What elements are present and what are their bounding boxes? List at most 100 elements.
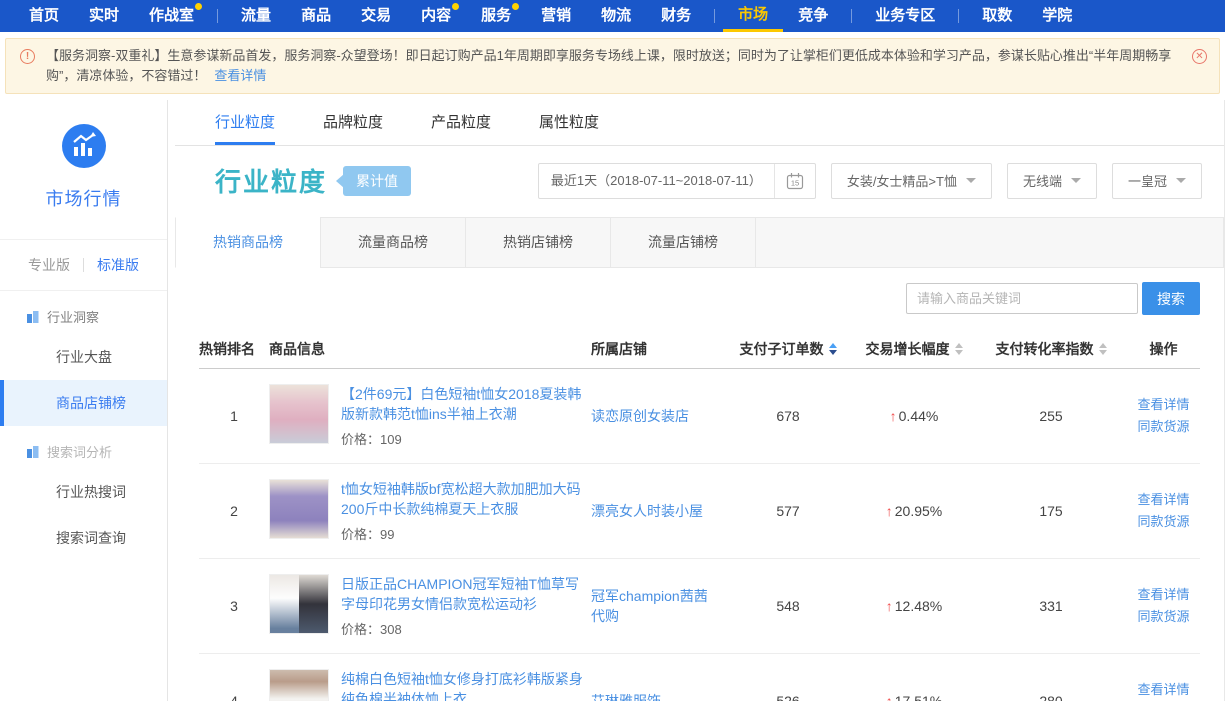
view-detail-link[interactable]: 查看详情 [1127, 394, 1200, 416]
granularity-tabs: 行业粒度 品牌粒度 产品粒度 属性粒度 [175, 100, 1224, 146]
rank-value: 2 [199, 503, 269, 519]
same-source-link[interactable]: 同款货源 [1127, 511, 1200, 533]
terminal-dropdown[interactable]: 无线端 [1007, 163, 1097, 199]
rank-table: 热销排名 商品信息 所属店铺 支付子订单数 交易增长幅度 支付转化率指数 操作 … [199, 329, 1200, 701]
notification-dot [195, 3, 202, 10]
svg-text:15: 15 [791, 178, 799, 187]
sidebar-title: 市场行情 [0, 185, 167, 211]
nav-item-goods[interactable]: 商品 [286, 0, 346, 32]
chevron-down-icon [966, 178, 976, 183]
nav-item-content[interactable]: 内容 [406, 0, 466, 32]
sort-icon[interactable] [955, 343, 963, 355]
page-title: 行业粒度 [215, 162, 327, 199]
tab-industry-granularity[interactable]: 行业粒度 [215, 100, 275, 145]
notice-bar: ! 【服务洞察-双重礼】生意参谋新品首发，服务洞察-众望登场！即日起订购产品1年… [5, 38, 1220, 94]
view-detail-link[interactable]: 查看详情 [1127, 489, 1200, 511]
shop-link[interactable]: 艾琳雅服饰 [591, 691, 723, 701]
product-title-link[interactable]: 纯棉白色短袖t恤女修身打底衫韩版紧身纯色棉半袖体恤上衣 [341, 669, 591, 701]
nav-item-finance[interactable]: 财务 [646, 0, 706, 32]
product-cell: 纯棉白色短袖t恤女修身打底衫韩版紧身纯色棉半袖体恤上衣 价格：88 [269, 669, 591, 701]
rank-value: 4 [199, 693, 269, 701]
nav-item-logistics[interactable]: 物流 [586, 0, 646, 32]
sidebar-item-product-shop-rank[interactable]: 商品店铺榜 [0, 380, 167, 426]
nav-item-home[interactable]: 首页 [14, 0, 74, 32]
product-price: 价格：99 [341, 524, 591, 543]
nav-item-marketing[interactable]: 营销 [526, 0, 586, 32]
sidebar-item-search-word-query[interactable]: 搜索词查询 [0, 515, 167, 561]
rank-value: 1 [199, 408, 269, 424]
nav-item-market[interactable]: 市场 [723, 0, 783, 32]
sort-icon[interactable] [829, 343, 837, 355]
product-title-link[interactable]: t恤女短袖韩版bf宽松超大款加肥加大码200斤中长款纯棉夏天上衣服 [341, 479, 591, 519]
orders-value: 526 [723, 693, 853, 701]
shop-link[interactable]: 冠军champion茜茜代购 [591, 586, 723, 626]
search-row: 搜索 [175, 268, 1224, 325]
actions-cell: 查看详情 同款货源 [1127, 489, 1200, 533]
growth-value: ↑0.44% [853, 408, 975, 424]
sidebar-item-industry-overview[interactable]: 行业大盘 [0, 334, 167, 380]
product-title-link[interactable]: 日版正品CHAMPION冠军短袖T恤草写字母印花男女情侣款宽松运动衫 [341, 574, 591, 614]
subtab-hot-shops[interactable]: 热销店铺榜 [465, 217, 611, 268]
cumulative-badge: 累计值 [343, 166, 411, 196]
building-icon [26, 310, 40, 324]
subtab-filler [755, 217, 1224, 268]
nav-item-academy[interactable]: 学院 [1027, 0, 1087, 32]
nav-item-data-fetch[interactable]: 取数 [967, 0, 1027, 32]
nav-item-warroom[interactable]: 作战室 [134, 0, 209, 32]
nav-item-compete[interactable]: 竞争 [783, 0, 843, 32]
orders-value: 577 [723, 503, 853, 519]
arrow-up-icon: ↑ [886, 598, 893, 614]
nav-item-service[interactable]: 服务 [466, 0, 526, 32]
search-button[interactable]: 搜索 [1142, 282, 1200, 315]
alert-icon: ! [20, 49, 35, 64]
table-row: 3 日版正品CHAMPION冠军短袖T恤草写字母印花男女情侣款宽松运动衫 价格：… [199, 559, 1200, 654]
date-range-picker[interactable]: 最近1天（2018-07-11~2018-07-11） 15 [538, 163, 816, 199]
tab-brand-granularity[interactable]: 品牌粒度 [323, 100, 383, 145]
subtab-traffic-shops[interactable]: 流量店铺榜 [610, 217, 756, 268]
product-cell: t恤女短袖韩版bf宽松超大款加肥加大码200斤中长款纯棉夏天上衣服 价格：99 [269, 479, 591, 543]
product-cell: 日版正品CHAMPION冠军短袖T恤草写字母印花男女情侣款宽松运动衫 价格：30… [269, 574, 591, 638]
nav-item-business-zone[interactable]: 业务专区 [860, 0, 950, 32]
nav-divider [714, 9, 715, 23]
search-input[interactable] [906, 283, 1138, 314]
shop-link[interactable]: 读恋原创女装店 [591, 406, 723, 426]
subtab-traffic-products[interactable]: 流量商品榜 [320, 217, 466, 268]
table-row: 2 t恤女短袖韩版bf宽松超大款加肥加大码200斤中长款纯棉夏天上衣服 价格：9… [199, 464, 1200, 559]
product-image[interactable] [269, 669, 329, 701]
col-rank: 热销排名 [199, 339, 269, 359]
close-icon[interactable]: ✕ [1192, 49, 1207, 64]
product-price: 价格：109 [341, 429, 591, 448]
tab-attribute-granularity[interactable]: 属性粒度 [539, 100, 599, 145]
tab-product-granularity[interactable]: 产品粒度 [431, 100, 491, 145]
product-image[interactable] [269, 384, 329, 444]
sidebar-group-industry-insight: 行业洞察 [0, 291, 167, 334]
product-image[interactable] [269, 574, 329, 634]
shop-level-dropdown[interactable]: 一皇冠 [1112, 163, 1202, 199]
calendar-icon[interactable]: 15 [775, 164, 815, 198]
nav-item-trade[interactable]: 交易 [346, 0, 406, 32]
arrow-up-icon: ↑ [886, 693, 893, 701]
chevron-down-icon [1176, 178, 1186, 183]
product-image[interactable] [269, 479, 329, 539]
view-detail-link[interactable]: 查看详情 [1127, 679, 1200, 701]
top-nav: 首页 实时 作战室 流量 商品 交易 内容 服务 营销 物流 财务 市场 竞争 … [0, 0, 1225, 32]
sidebar-item-hot-search-words[interactable]: 行业热搜词 [0, 469, 167, 515]
version-pro[interactable]: 专业版 [28, 255, 70, 275]
product-title-link[interactable]: 【2件69元】白色短袖t恤女2018夏装韩版新款韩范t恤ins半袖上衣潮 [341, 384, 591, 424]
version-standard[interactable]: 标准版 [97, 255, 139, 275]
nav-divider [958, 9, 959, 23]
view-detail-link[interactable]: 查看详情 [1127, 584, 1200, 606]
sort-icon[interactable] [1099, 343, 1107, 355]
nav-item-traffic[interactable]: 流量 [226, 0, 286, 32]
category-dropdown[interactable]: 女装/女士精品>T恤 [831, 163, 992, 199]
notification-dot [512, 3, 519, 10]
col-growth: 交易增长幅度 [853, 339, 975, 359]
same-source-link[interactable]: 同款货源 [1127, 416, 1200, 438]
shop-link[interactable]: 漂亮女人时装小屋 [591, 501, 723, 521]
nav-divider [851, 9, 852, 23]
subtab-hot-products[interactable]: 热销商品榜 [175, 217, 321, 268]
notification-dot [452, 3, 459, 10]
nav-item-realtime[interactable]: 实时 [74, 0, 134, 32]
notice-detail-link[interactable]: 查看详情 [214, 68, 266, 83]
same-source-link[interactable]: 同款货源 [1127, 606, 1200, 628]
